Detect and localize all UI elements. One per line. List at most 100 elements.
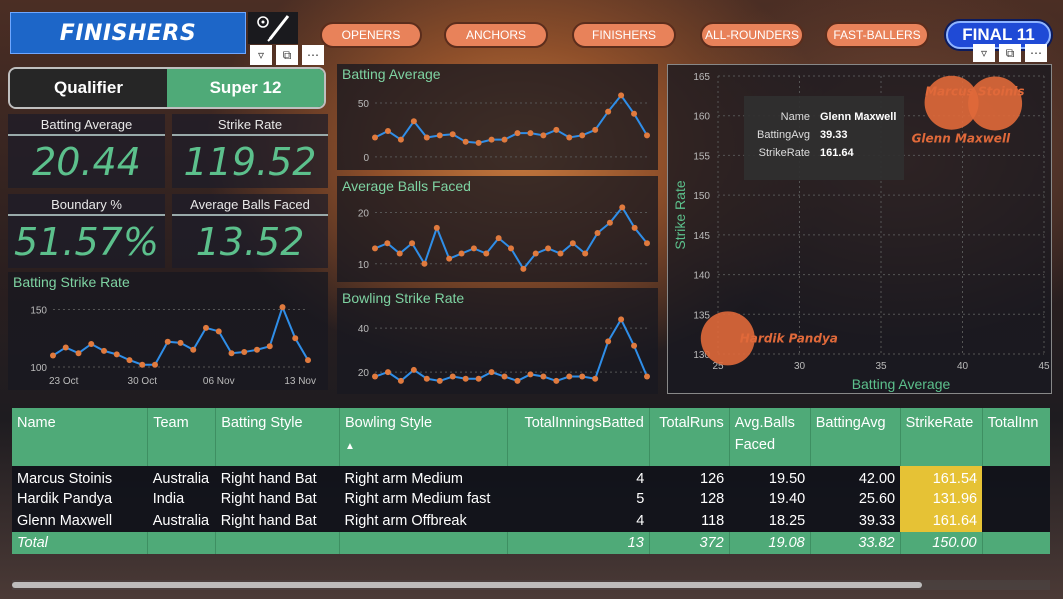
- data-point: [384, 369, 391, 376]
- y-tick-label: 0: [363, 153, 369, 164]
- y-tick-label: 145: [693, 231, 710, 242]
- column-header-batting-avg[interactable]: BattingAvg: [810, 408, 901, 466]
- data-point: [488, 136, 495, 143]
- data-point: [475, 139, 482, 146]
- cell-total-runs: 128: [700, 491, 725, 507]
- y-tick-label: 10: [358, 260, 370, 271]
- data-point: [592, 126, 599, 133]
- kpi-label: Strike Rate: [172, 114, 328, 136]
- data-point: [421, 260, 428, 267]
- column-header-strike-rate[interactable]: StrikeRate: [900, 408, 983, 466]
- data-point: [475, 375, 482, 382]
- tooltip-key: BattingAvg: [756, 129, 810, 141]
- series-line: [374, 205, 648, 271]
- x-tick-label: 30 Oct: [128, 376, 158, 387]
- nav-anchors[interactable]: ANCHORS: [444, 22, 548, 48]
- filter-icon[interactable]: ▿: [973, 44, 995, 62]
- data-point: [540, 373, 547, 380]
- data-point: [618, 316, 625, 323]
- column-header-label: BattingAvg: [815, 415, 886, 431]
- table-row[interactable]: Hardik Pandya India Right hand Bat Right…: [12, 488, 1050, 510]
- line-chart-svg: 0 50: [358, 92, 650, 164]
- data-point: [582, 250, 589, 257]
- focus-mode-icon[interactable]: ⧉: [999, 44, 1021, 62]
- y-tick-label: 100: [30, 363, 47, 374]
- total-strike-rate: 150.00: [900, 532, 983, 554]
- data-point: [553, 126, 560, 133]
- nav-finishers[interactable]: FINISHERS: [572, 22, 676, 48]
- data-point: [644, 373, 650, 380]
- sort-asc-icon: ▲: [345, 441, 355, 452]
- y-tick-label: 150: [30, 305, 47, 316]
- column-header-team[interactable]: Team: [147, 408, 217, 466]
- data-point: [410, 366, 417, 373]
- column-header-total-runs[interactable]: TotalRuns: [649, 408, 730, 466]
- line-chart-svg: 2040: [358, 316, 650, 384]
- more-options-icon[interactable]: ⋯: [302, 45, 324, 65]
- column-header-label: Team: [153, 415, 189, 431]
- toggle-super-12[interactable]: Super 12: [167, 69, 324, 107]
- toggle-qualifier[interactable]: Qualifier: [10, 69, 167, 107]
- column-header-avg-balls-faced[interactable]: Avg.Balls Faced: [729, 408, 811, 466]
- kpi-value: 119.52: [183, 140, 317, 184]
- kpi-value: 51.57%: [14, 220, 159, 264]
- tooltip-value: Glenn Maxwell: [820, 111, 897, 123]
- data-point: [579, 132, 586, 139]
- data-point: [384, 128, 391, 135]
- point-label: Glenn Maxwell: [912, 132, 1011, 146]
- focus-mode-icon[interactable]: ⧉: [276, 45, 298, 65]
- total-label: Total: [12, 532, 149, 554]
- x-tick-label: 45: [1038, 361, 1050, 372]
- data-point: [423, 375, 430, 382]
- point-label: Hardik Pandya: [740, 331, 838, 345]
- data-point: [470, 245, 477, 252]
- cell-name: Hardik Pandya: [17, 491, 113, 507]
- cell-avg-balls-faced: 19.50: [768, 470, 806, 487]
- x-axis-label: Batting Average: [852, 376, 951, 392]
- column-header-name[interactable]: Name: [12, 408, 149, 466]
- cell-bowling-style: Right arm Medium fast: [344, 491, 491, 507]
- data-point: [501, 373, 508, 380]
- kpi-label: Boundary %: [8, 194, 165, 216]
- total-innings: 13: [507, 532, 650, 554]
- column-header-label: Batting Style: [221, 415, 303, 431]
- table-row[interactable]: Marcus Stoinis Australia Right hand Bat …: [12, 466, 1050, 488]
- line-chart-svg: 10 20: [358, 204, 650, 272]
- data-point: [462, 138, 469, 145]
- tooltip-key: StrikeRate: [758, 147, 810, 159]
- data-point: [514, 130, 521, 137]
- kpi-label: Batting Average: [8, 114, 165, 136]
- more-options-icon[interactable]: ⋯: [1025, 44, 1047, 62]
- data-point: [433, 224, 440, 231]
- data-point: [436, 377, 443, 384]
- horizontal-scrollbar[interactable]: [12, 582, 922, 588]
- column-header-batting-style[interactable]: Batting Style: [215, 408, 341, 466]
- column-header-total-innings[interactable]: TotalInningsBatted: [507, 408, 650, 466]
- data-point: [631, 110, 638, 117]
- average-balls-faced-chart: Average Balls Faced 10 20: [337, 176, 658, 282]
- data-point: [177, 339, 184, 346]
- cell-strike-rate: 161.54: [900, 466, 983, 488]
- kpi-card-strike-rate: Strike Rate 119.52: [172, 114, 328, 188]
- cell-batting-avg: 42.00: [858, 470, 896, 487]
- table-row[interactable]: Glenn Maxwell Australia Right hand Bat R…: [12, 510, 1050, 532]
- column-header-total-inn[interactable]: TotalInn: [982, 408, 1050, 466]
- data-point: [266, 343, 273, 350]
- data-point: [228, 350, 235, 357]
- filter-icon[interactable]: ▿: [250, 45, 272, 65]
- data-point: [215, 328, 222, 335]
- data-point: [569, 240, 576, 247]
- cell-batting-style: Right hand Bat: [220, 470, 317, 487]
- y-tick-label: 150: [693, 191, 710, 202]
- total-runs: 372: [649, 532, 730, 554]
- nav-all-rounders[interactable]: ALL-ROUNDERS: [700, 22, 804, 48]
- total-avg-balls-faced: 19.08: [729, 532, 811, 554]
- kpi-label: Average Balls Faced: [172, 194, 328, 216]
- column-header-bowling-style[interactable]: Bowling Style ▲: [339, 408, 508, 466]
- cell-name: Marcus Stoinis: [17, 470, 113, 487]
- nav-fast-ballers[interactable]: FAST-BALLERS: [825, 22, 929, 48]
- nav-openers[interactable]: OPENERS: [320, 22, 422, 48]
- batting-strike-rate-chart: Batting Strike Rate 100 150 23 Oct 30 Oct 06…: [8, 272, 328, 390]
- data-point: [631, 224, 638, 231]
- cell-avg-balls-faced: 19.40: [768, 491, 806, 507]
